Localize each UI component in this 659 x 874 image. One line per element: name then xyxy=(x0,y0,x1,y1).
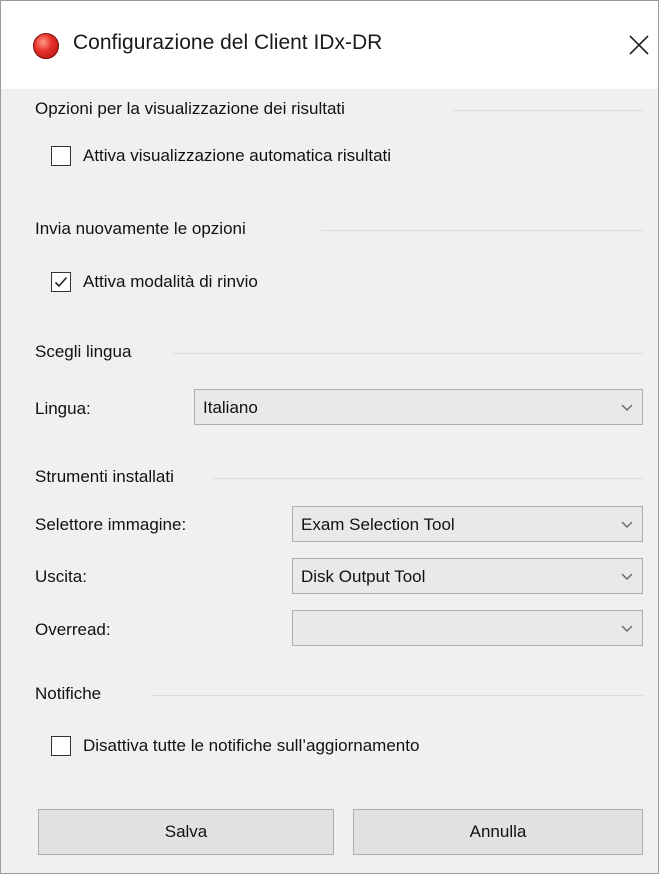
disable-notifications-label: Disattiva tutte le notifiche sull’aggior… xyxy=(83,736,420,755)
disable-notifications-checkbox[interactable] xyxy=(51,736,71,756)
chevron-down-icon xyxy=(621,573,633,580)
output-select[interactable]: Disk Output Tool xyxy=(292,558,643,594)
output-label: Uscita: xyxy=(35,567,87,586)
results-display-heading: Opzioni per la visualizzazione dei risul… xyxy=(35,99,345,118)
disable-notifications-checkbox-row[interactable]: Disattiva tutte le notifiche sull’aggior… xyxy=(51,736,419,756)
close-icon xyxy=(629,35,649,55)
output-select-value: Disk Output Tool xyxy=(301,567,426,586)
app-red-ball-icon xyxy=(33,33,59,59)
notifications-heading: Notifiche xyxy=(35,684,102,703)
image-selector-select[interactable]: Exam Selection Tool xyxy=(292,506,643,542)
close-button[interactable] xyxy=(621,25,657,65)
language-select-value: Italiano xyxy=(203,398,258,417)
chevron-down-icon xyxy=(621,521,633,528)
resend-heading: Invia nuovamente le opzioni xyxy=(35,219,246,238)
language-heading: Scegli lingua xyxy=(35,342,132,361)
language-select[interactable]: Italiano xyxy=(194,389,643,425)
dialog-content: Opzioni per la visualizzazione dei risul… xyxy=(1,89,658,873)
auto-display-checkbox-row[interactable]: Attiva visualizzazione automatica risult… xyxy=(51,146,391,166)
checkmark-icon xyxy=(54,276,68,288)
chevron-down-icon xyxy=(621,625,633,632)
resend-mode-checkbox-row[interactable]: Attiva modalità di rinvio xyxy=(51,272,258,292)
overread-label: Overread: xyxy=(35,620,111,639)
resend-mode-label: Attiva modalità di rinvio xyxy=(83,272,258,291)
image-selector-label: Selettore immagine: xyxy=(35,515,187,534)
language-label: Lingua: xyxy=(35,399,91,418)
group-divider xyxy=(213,478,643,479)
tools-heading: Strumenti installati xyxy=(35,467,174,486)
group-divider xyxy=(151,695,643,696)
auto-display-checkbox[interactable] xyxy=(51,146,71,166)
config-dialog: Configurazione del Client IDx-DR Opzioni… xyxy=(0,0,659,874)
cancel-button[interactable]: Annulla xyxy=(353,809,643,855)
save-button[interactable]: Salva xyxy=(38,809,334,855)
chevron-down-icon xyxy=(621,404,633,411)
group-divider xyxy=(453,110,643,111)
window-title: Configurazione del Client IDx-DR xyxy=(73,31,383,54)
overread-select[interactable] xyxy=(292,610,643,646)
auto-display-label: Attiva visualizzazione automatica risult… xyxy=(83,146,392,165)
group-divider xyxy=(321,230,643,231)
group-divider xyxy=(173,353,643,354)
title-bar: Configurazione del Client IDx-DR xyxy=(1,1,658,89)
resend-mode-checkbox[interactable] xyxy=(51,272,71,292)
image-selector-value: Exam Selection Tool xyxy=(301,515,455,534)
